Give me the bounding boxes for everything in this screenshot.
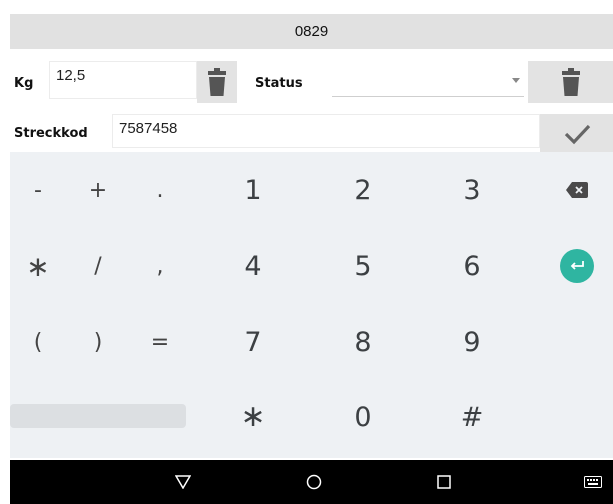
key-0[interactable]: 0	[348, 397, 378, 437]
chevron-down-icon	[512, 78, 520, 83]
page-title: 0829	[10, 14, 613, 49]
space-key[interactable]	[10, 404, 186, 428]
key-1[interactable]: 1	[238, 170, 268, 210]
confirm-button[interactable]	[540, 114, 613, 154]
key-4[interactable]: 4	[238, 246, 268, 286]
kg-label: Kg	[14, 76, 34, 91]
key-star[interactable]: ∗	[236, 398, 270, 434]
home-icon[interactable]	[304, 472, 324, 492]
key-plus[interactable]: +	[86, 172, 110, 208]
checkmark-icon	[564, 124, 590, 145]
key-asterisk[interactable]: ∗	[24, 248, 52, 284]
system-navigation-bar	[10, 460, 613, 504]
key-6[interactable]: 6	[457, 246, 487, 286]
enter-key[interactable]	[560, 249, 594, 283]
key-7[interactable]: 7	[238, 322, 268, 362]
kg-input[interactable]: 12,5	[49, 61, 197, 99]
key-minus[interactable]: -	[26, 172, 50, 208]
status-label: Status	[255, 76, 303, 91]
key-slash[interactable]: /	[86, 248, 110, 284]
key-3[interactable]: 3	[457, 170, 487, 210]
backspace-key[interactable]	[562, 172, 592, 208]
clear-status-button[interactable]	[528, 61, 613, 103]
back-icon[interactable]	[173, 472, 193, 492]
weight-status-row: Kg 12,5 Status	[10, 61, 613, 103]
trash-icon	[561, 68, 580, 96]
numeric-keyboard: - + . 1 2 3 ∗ / , 4 5 6 ( ) = 7 8 9 ∗ 0 …	[10, 152, 613, 458]
status-select[interactable]	[332, 63, 524, 97]
enter-icon	[560, 249, 594, 283]
barcode-row: Streckkod 7587458	[10, 112, 613, 154]
keyboard-icon[interactable]	[582, 472, 604, 492]
trash-icon	[208, 68, 226, 96]
barcode-input[interactable]: 7587458	[112, 114, 540, 148]
barcode-label: Streckkod	[14, 126, 88, 141]
key-period[interactable]: .	[148, 172, 172, 208]
key-equals[interactable]: =	[148, 324, 172, 360]
key-9[interactable]: 9	[457, 322, 487, 362]
key-hash[interactable]: #	[456, 397, 488, 437]
app-screen: 0829 Kg 12,5 Status Streckkod 7587458 - …	[0, 0, 613, 504]
clear-kg-button[interactable]	[197, 61, 237, 103]
key-comma[interactable]: ,	[148, 248, 172, 284]
key-5[interactable]: 5	[348, 246, 378, 286]
backspace-icon	[566, 182, 588, 198]
key-2[interactable]: 2	[348, 170, 378, 210]
key-close-paren[interactable]: )	[86, 324, 110, 360]
recents-icon[interactable]	[434, 472, 454, 492]
key-open-paren[interactable]: (	[26, 324, 50, 360]
key-8[interactable]: 8	[348, 322, 378, 362]
